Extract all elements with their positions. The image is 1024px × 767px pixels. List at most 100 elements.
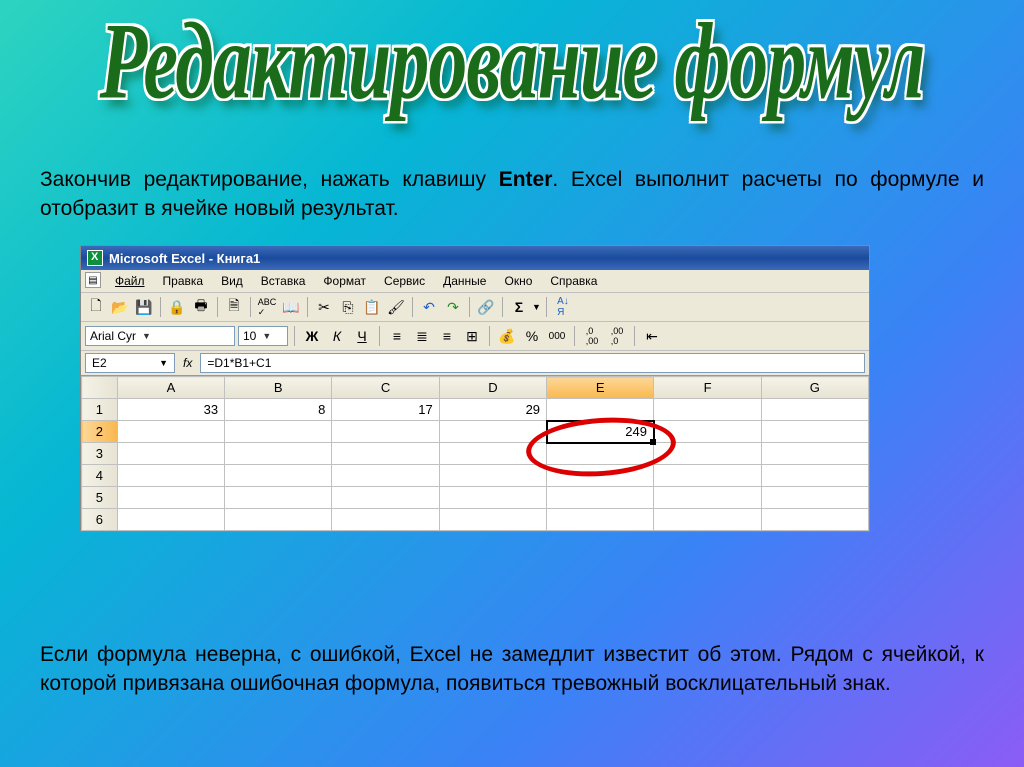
cell[interactable]: 33 bbox=[117, 399, 224, 421]
cell[interactable] bbox=[225, 487, 332, 509]
row-header-1[interactable]: 1 bbox=[82, 399, 118, 421]
col-header-f[interactable]: F bbox=[654, 377, 761, 399]
paste-icon[interactable]: 📋 bbox=[361, 296, 383, 318]
cell[interactable] bbox=[761, 509, 868, 531]
row-header-4[interactable]: 4 bbox=[82, 465, 118, 487]
fx-icon[interactable]: fx bbox=[179, 356, 196, 370]
spellcheck-icon[interactable]: ABC✓ bbox=[256, 296, 278, 318]
formula-input[interactable]: =D1*B1+C1 bbox=[200, 353, 865, 373]
doc-icon[interactable]: ▤ bbox=[85, 272, 101, 288]
merge-center-icon[interactable]: ⊞ bbox=[461, 325, 483, 347]
cell[interactable]: 8 bbox=[225, 399, 332, 421]
menu-file[interactable]: Файл bbox=[107, 272, 153, 290]
cut-icon[interactable]: ✂ bbox=[313, 296, 335, 318]
underline-button[interactable]: Ч bbox=[351, 325, 373, 347]
research-icon[interactable]: 📖 bbox=[280, 296, 302, 318]
decrease-decimal-icon[interactable]: ,00,0 bbox=[606, 325, 628, 347]
col-header-d[interactable]: D bbox=[439, 377, 546, 399]
copy-icon[interactable]: ⎘ bbox=[337, 296, 359, 318]
align-right-icon[interactable]: ≡ bbox=[436, 325, 458, 347]
cell[interactable] bbox=[547, 399, 654, 421]
cell[interactable] bbox=[654, 443, 761, 465]
permissions-icon[interactable]: 🔒 bbox=[166, 296, 188, 318]
menu-view[interactable]: Вид bbox=[213, 272, 251, 290]
cell[interactable] bbox=[117, 487, 224, 509]
row-header-3[interactable]: 3 bbox=[82, 443, 118, 465]
col-header-a[interactable]: A bbox=[117, 377, 224, 399]
save-icon[interactable]: 💾 bbox=[133, 296, 155, 318]
bold-button[interactable]: Ж bbox=[301, 325, 323, 347]
cell[interactable] bbox=[332, 421, 439, 443]
align-left-icon[interactable]: ≡ bbox=[386, 325, 408, 347]
dropdown-arrow-icon[interactable]: ▼ bbox=[532, 302, 541, 312]
italic-button[interactable]: К bbox=[326, 325, 348, 347]
new-doc-icon[interactable]: 🗋 bbox=[85, 296, 107, 318]
cell[interactable] bbox=[117, 465, 224, 487]
cell[interactable] bbox=[117, 509, 224, 531]
menu-service[interactable]: Сервис bbox=[376, 272, 433, 290]
print-preview-icon[interactable]: 🗎 bbox=[223, 296, 245, 318]
cell[interactable] bbox=[547, 443, 654, 465]
font-name-combo[interactable]: Arial Cyr ▼ bbox=[85, 326, 235, 346]
menu-data[interactable]: Данные bbox=[435, 272, 494, 290]
align-center-icon[interactable]: ≣ bbox=[411, 325, 433, 347]
select-all-corner[interactable] bbox=[82, 377, 118, 399]
cell[interactable] bbox=[117, 421, 224, 443]
open-icon[interactable]: 📂 bbox=[109, 296, 131, 318]
cell[interactable] bbox=[654, 465, 761, 487]
col-header-b[interactable]: B bbox=[225, 377, 332, 399]
menu-help[interactable]: Справка bbox=[542, 272, 605, 290]
cell[interactable]: 17 bbox=[332, 399, 439, 421]
sort-icon[interactable]: A↓Я bbox=[552, 296, 574, 318]
increase-decimal-icon[interactable]: ,0,00 bbox=[581, 325, 603, 347]
cell[interactable] bbox=[547, 509, 654, 531]
cell[interactable] bbox=[547, 487, 654, 509]
print-icon[interactable]: 🖶 bbox=[190, 296, 212, 318]
cell[interactable] bbox=[439, 443, 546, 465]
cell[interactable] bbox=[332, 509, 439, 531]
cell[interactable] bbox=[225, 465, 332, 487]
cell[interactable] bbox=[439, 509, 546, 531]
cell[interactable] bbox=[225, 421, 332, 443]
cell[interactable] bbox=[332, 443, 439, 465]
menu-insert[interactable]: Вставка bbox=[253, 272, 314, 290]
row-header-5[interactable]: 5 bbox=[82, 487, 118, 509]
cell[interactable] bbox=[761, 465, 868, 487]
cell[interactable] bbox=[761, 487, 868, 509]
col-header-c[interactable]: C bbox=[332, 377, 439, 399]
cell[interactable] bbox=[439, 465, 546, 487]
cell[interactable] bbox=[117, 443, 224, 465]
cell[interactable]: 29 bbox=[439, 399, 546, 421]
font-size-combo[interactable]: 10 ▼ bbox=[238, 326, 288, 346]
comma-style-icon[interactable]: 000 bbox=[546, 325, 568, 347]
undo-icon[interactable]: ↶ bbox=[418, 296, 440, 318]
autosum-icon[interactable]: Σ bbox=[508, 296, 530, 318]
col-header-e[interactable]: E bbox=[547, 377, 654, 399]
cell[interactable] bbox=[332, 465, 439, 487]
cell[interactable] bbox=[654, 399, 761, 421]
spreadsheet-grid[interactable]: A B C D E F G 1 33 8 17 29 2 bbox=[81, 376, 869, 531]
cell[interactable] bbox=[547, 465, 654, 487]
menu-edit[interactable]: Правка bbox=[155, 272, 212, 290]
menu-format[interactable]: Формат bbox=[315, 272, 374, 290]
cell[interactable] bbox=[225, 443, 332, 465]
hyperlink-icon[interactable]: 🔗 bbox=[475, 296, 497, 318]
cell[interactable] bbox=[761, 399, 868, 421]
redo-icon[interactable]: ↷ bbox=[442, 296, 464, 318]
name-box[interactable]: E2 ▼ bbox=[85, 353, 175, 373]
cell[interactable] bbox=[439, 421, 546, 443]
cell-selected[interactable]: 249 bbox=[547, 421, 654, 443]
cell[interactable] bbox=[654, 421, 761, 443]
cell[interactable] bbox=[439, 487, 546, 509]
cell[interactable] bbox=[761, 421, 868, 443]
row-header-2[interactable]: 2 bbox=[82, 421, 118, 443]
cell[interactable] bbox=[225, 509, 332, 531]
cell[interactable] bbox=[761, 443, 868, 465]
cell[interactable] bbox=[332, 487, 439, 509]
currency-icon[interactable]: 💰 bbox=[496, 325, 518, 347]
format-painter-icon[interactable]: 🖌 bbox=[385, 296, 407, 318]
col-header-g[interactable]: G bbox=[761, 377, 868, 399]
cell[interactable] bbox=[654, 487, 761, 509]
cell[interactable] bbox=[654, 509, 761, 531]
decrease-indent-icon[interactable]: ⇤ bbox=[641, 325, 663, 347]
